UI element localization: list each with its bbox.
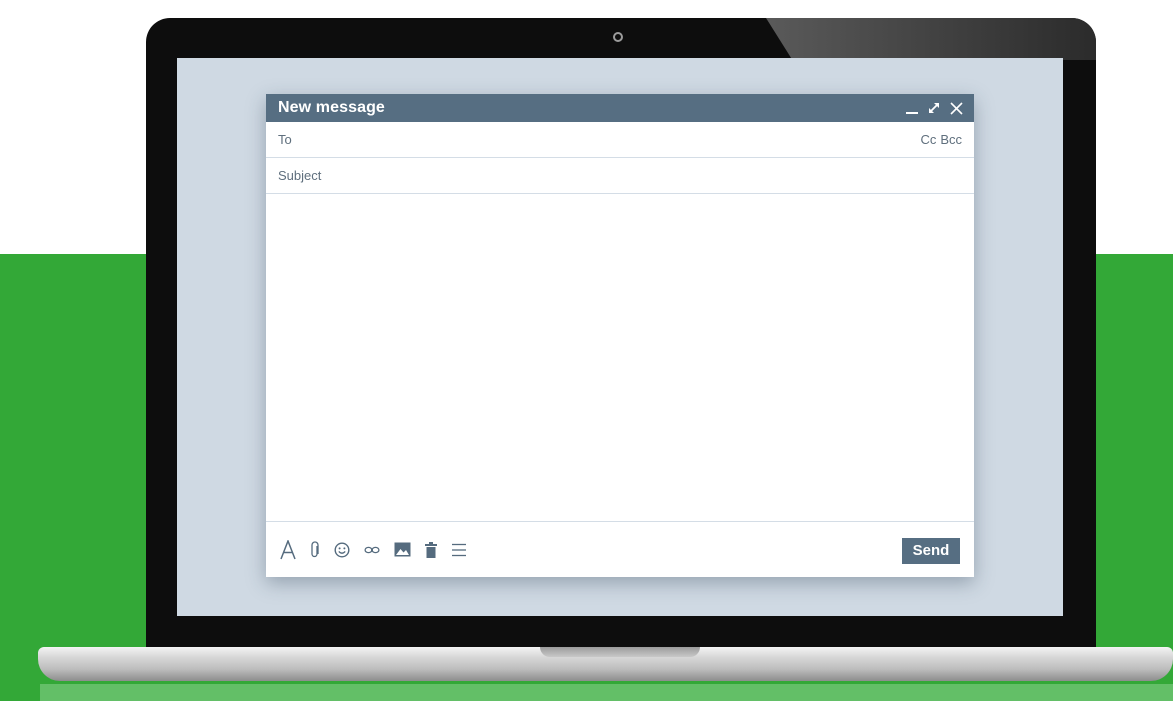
attach-icon[interactable] (310, 539, 320, 561)
compose-titlebar: New message (266, 94, 974, 122)
more-options-icon[interactable] (451, 539, 467, 561)
camera-icon (613, 32, 623, 42)
emoji-icon[interactable] (334, 539, 350, 561)
compose-toolbar: Send (266, 522, 974, 577)
link-icon[interactable] (364, 539, 380, 561)
cc-bcc-links: Cc Bcc (920, 132, 962, 147)
close-icon[interactable] (948, 99, 964, 117)
compose-title: New message (278, 99, 385, 116)
to-field-row: Cc Bcc (266, 122, 974, 158)
to-input[interactable] (278, 132, 921, 147)
subject-input[interactable] (278, 168, 962, 183)
lid-glare (766, 18, 1096, 60)
window-controls (904, 99, 964, 117)
message-body[interactable] (266, 194, 974, 522)
subject-field-row (266, 158, 974, 194)
background-floor (40, 684, 1173, 701)
expand-icon[interactable] (926, 99, 942, 117)
trash-icon[interactable] (425, 539, 437, 561)
minimize-icon[interactable] (904, 99, 920, 117)
bcc-link[interactable]: Bcc (940, 132, 962, 147)
cc-link[interactable]: Cc (920, 132, 936, 147)
image-icon[interactable] (394, 539, 411, 561)
compose-window: New message Cc Bcc (266, 94, 974, 577)
format-text-icon[interactable] (280, 539, 296, 561)
laptop-notch (540, 647, 700, 657)
send-button[interactable]: Send (902, 537, 960, 564)
format-tools (280, 539, 467, 561)
